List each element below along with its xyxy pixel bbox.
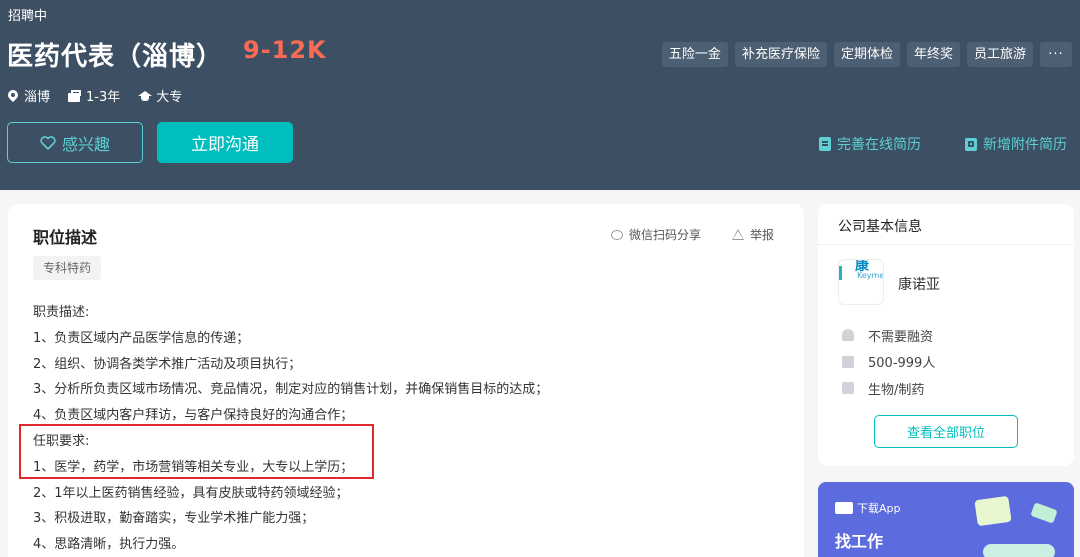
size-row: 500-999人 [842,349,935,376]
paper-illustration [974,495,1012,527]
meta-education: 大专 [138,86,182,105]
chat-bubble-icon [835,502,853,514]
report-label: 举报 [750,228,775,242]
interest-label: 感兴趣 [61,134,110,154]
description-line: 职责描述: [33,305,90,320]
logo-text: Keyme [857,271,884,280]
benefit-tags: 五险一金 补充医疗保险 定期体检 年终奖 员工旅游 ··· [661,42,1072,67]
meta-experience: 1-3年 [68,86,120,105]
leaf-illustration [1030,502,1058,524]
chat-now-button[interactable]: 立即沟通 [157,122,293,163]
chart-icon [842,355,854,368]
heart-icon [40,135,56,150]
financing-row: 不需要融资 [842,322,935,349]
job-title: 医药代表（淄博） [7,42,224,72]
city-label: 淄博 [24,90,51,105]
view-all-jobs-button[interactable]: 查看全部职位 [874,415,1018,448]
scroll-illustration [983,544,1055,557]
company-details: 不需要融资 500-999人 生物/制药 [842,322,935,402]
job-header: 招聘中 医药代表（淄博） 9-12K 淄博 1-3年 大专 五险一金 补充医疗保… [0,0,1080,190]
complete-resume-label: 完善在线简历 [837,137,921,153]
industry-label: 生物/制药 [868,382,925,398]
job-meta: 淄博 1-3年 大专 [8,86,182,105]
company-info-card: 公司基本信息 康 Keyme 康诺亚 不需要融资 500-999人 生物/制药 … [818,204,1074,466]
job-status: 招聘中 [8,9,48,24]
app-download-banner[interactable]: 下载App 找工作 [818,482,1074,557]
benefit-tag: 定期体检 [833,42,900,67]
description-line: 1、医学，药学，市场营销等相关专业，大专以上学历； [33,459,354,475]
complete-resume-link[interactable]: 完善在线简历 [819,134,921,154]
company-name[interactable]: 康诺亚 [898,274,940,294]
attachment-icon [965,137,977,151]
benefit-tag: 补充医疗保险 [734,42,827,67]
building-icon [842,382,854,395]
meta-city: 淄博 [8,86,50,105]
description-line: 1、负责区域内产品医学信息的传递； [33,330,250,346]
job-description-title: 职位描述 [33,228,98,247]
job-description-text: 职责描述: 1、负责区域内产品医学信息的传递； 2、组织、协调各类学术推广活动及… [33,303,548,557]
people-icon [842,329,854,342]
briefcase-icon [68,89,82,102]
report-link[interactable]: 举报 [732,226,774,243]
benefit-tag: 五险一金 [661,42,728,67]
description-line: 4、思路清晰，执行力强。 [33,537,185,553]
size-label: 500-999人 [868,356,936,372]
add-attachment-label: 新增附件简历 [983,137,1067,153]
download-app-label: 下载App [857,502,901,515]
benefit-tag: 年终奖 [906,42,960,67]
add-attachment-resume-link[interactable]: 新增附件简历 [965,134,1067,154]
experience-label: 1-3年 [86,90,121,105]
logo-accent-bar [839,266,842,280]
graduation-cap-icon [138,90,153,102]
interest-button[interactable]: 感兴趣 [7,122,143,163]
divider [818,244,1074,245]
description-line: 2、组织、协调各类学术推广活动及项目执行； [33,356,302,372]
description-line: 任职要求: [33,433,90,449]
benefit-tag: 员工旅游 [966,42,1033,67]
job-description-card: 职位描述 微信扫码分享 举报 专科特药 职责描述: 1、负责区域内产品医学信息的… [8,204,804,557]
wechat-icon [611,229,623,240]
company-info-title: 公司基本信息 [838,219,922,235]
app-promo-title: 找工作 [835,532,884,551]
location-pin-icon [8,90,18,102]
more-benefits-button[interactable]: ··· [1040,42,1072,67]
resume-icon [819,137,831,151]
industry-row: 生物/制药 [842,375,935,402]
salary: 9-12K [243,36,327,64]
description-line: 3、积极进取，勤奋踏实，专业学术推广能力强； [33,511,315,527]
share-label: 微信扫码分享 [629,228,702,242]
company-logo[interactable]: 康 Keyme [838,259,884,305]
warning-icon [732,229,744,240]
download-app-row: 下载App [835,500,901,516]
wechat-share-link[interactable]: 微信扫码分享 [611,226,701,243]
education-label: 大专 [156,90,183,105]
description-line: 3、分析所负责区域市场情况、竞品情况，制定对应的销售计划，并确保销售目标的达成； [33,382,549,398]
financing-label: 不需要融资 [868,329,934,345]
description-line: 2、1年以上医药销售经验，具有皮肤或特药领域经验； [33,485,349,501]
description-line: 4、负责区域内客户拜访，与客户保持良好的沟通合作； [33,408,354,424]
skill-tag: 专科特药 [33,256,102,280]
